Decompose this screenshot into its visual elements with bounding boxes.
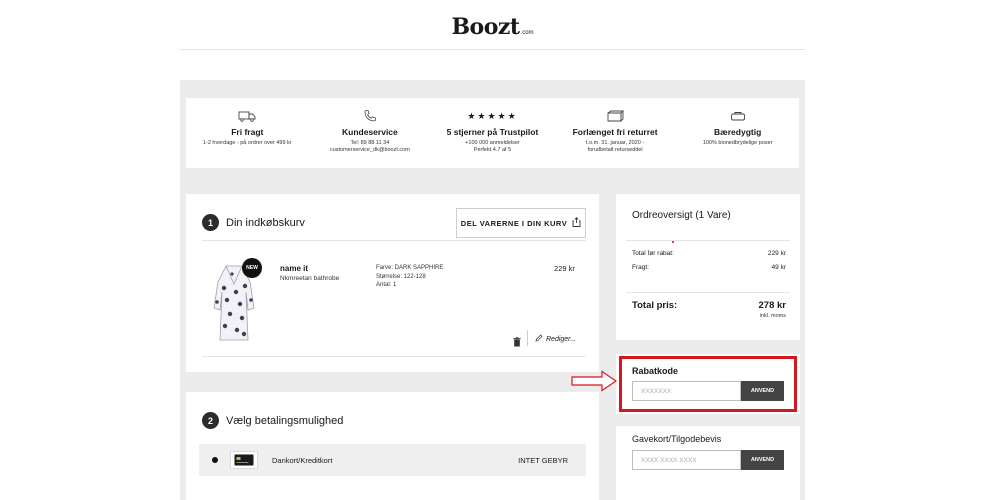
usp-bar: Fri fragt 1-2 hverdage - på ordrer over … [186, 98, 799, 168]
site-header: Boozt.com [180, 0, 805, 50]
usp-subtitle: t.o.m. 31. januar, 2020 - forudbetalt re… [586, 140, 645, 154]
pencil-icon [535, 334, 543, 344]
truck-icon [186, 108, 309, 124]
stars-icon: ★★★★★ [431, 108, 554, 124]
product-price: 229 kr [554, 264, 575, 273]
giftcard-input[interactable]: XXXX XXXX XXXX [632, 450, 741, 470]
usp-subtitle: 100% bionedbrydelige poser [702, 140, 773, 146]
total-label: Total pris: [632, 300, 678, 311]
share-cart-button[interactable]: DEL VARERNE I DIN KURV [456, 208, 586, 238]
phone-icon [309, 108, 432, 124]
payment-title: Vælg betalingsmulighed [226, 414, 344, 427]
cart-panel: 1 Din indkøbskurv DEL VARERNE I DIN KURV [186, 194, 599, 372]
summary-label: Total før rabat: [632, 250, 674, 257]
step-number: 1 [202, 214, 219, 231]
return-box-icon [554, 108, 677, 124]
divider [626, 292, 790, 293]
usp-trustpilot: ★★★★★ 5 stjerner på Trustpilot +100 000 … [431, 98, 554, 168]
usp-title: Bæredygtig [714, 127, 762, 137]
logo-text: Boozt [451, 14, 520, 40]
usp-title: Forlænget fri returret [572, 127, 658, 137]
cart-step-header: 1 Din indkøbskurv [202, 214, 305, 231]
product-brand[interactable]: name it [280, 264, 308, 273]
giftcard-panel: Gavekort/Tilgodebevis XXXX XXXX XXXX ANV… [616, 426, 800, 500]
total-value: 278 kr [758, 300, 786, 311]
product-size: Størrelse: 122-128 [376, 273, 426, 280]
step-number: 2 [202, 412, 219, 429]
usp-title: 5 stjerner på Trustpilot [446, 127, 539, 137]
summary-row-shipping: Fragt: 49 kr [632, 264, 786, 271]
leaf-icon [676, 108, 799, 124]
cart-title: Din indkøbskurv [226, 216, 305, 229]
usp-customer-service: Kundeservice Tel: 89 88 11 34 customerse… [309, 98, 432, 168]
payment-option-card[interactable]: Dankort/Kreditkort INTET GEBYR [199, 444, 586, 476]
usp-free-shipping: Fri fragt 1-2 hverdage - på ordrer over … [186, 98, 309, 168]
logo-suffix: .com [520, 30, 534, 36]
product-name[interactable]: Nkmreetan bathrobe [280, 275, 339, 282]
trash-icon[interactable] [513, 334, 521, 352]
edit-label: Rediger... [546, 335, 577, 343]
divider [202, 356, 586, 357]
product-quantity: Antal: 1 [376, 282, 397, 289]
usp-sustainable: Bæredygtig 100% bionedbrydelige poser [676, 98, 799, 168]
usp-subtitle: 1-2 hverdage - på ordrer over 499 kr [202, 140, 292, 146]
divider [202, 240, 586, 241]
total-vat-note: inkl. moms [759, 313, 786, 319]
usp-subtitle: +100 000 anmeldelser Perfekt 4.7 af 5 [465, 140, 520, 154]
divider [527, 330, 528, 346]
giftcard-placeholder: XXXX XXXX XXXX [641, 456, 697, 464]
highlight-frame [619, 356, 797, 412]
usp-title: Kundeservice [342, 127, 398, 137]
product-attributes: Farve: DARK SAPPHIRE Størrelse: 122-128 … [376, 264, 443, 290]
usp-subtitle: Tel: 89 88 11 34 customerservice_dk@booz… [329, 140, 410, 154]
share-cart-label: DEL VARERNE I DIN KURV [460, 218, 568, 228]
summary-row-subtotal: Total før rabat: 229 kr [632, 250, 786, 257]
usp-returns: Forlænget fri returret t.o.m. 31. januar… [554, 98, 677, 168]
payment-panel: 2 Vælg betalingsmulighed Dankort/Kreditk… [186, 392, 599, 500]
summary-label: Fragt: [632, 264, 649, 271]
summary-value: 49 kr [771, 264, 786, 271]
order-summary-panel: Ordreoversigt (1 Vare) Total før rabat: … [616, 194, 800, 340]
arrow-right-icon [571, 370, 618, 397]
boozt-logo[interactable]: Boozt.com [180, 14, 805, 40]
stars-rating: ★★★★★ [467, 110, 518, 121]
payment-option-fee: INTET GEBYR [518, 455, 568, 465]
new-badge: NEW [242, 258, 262, 278]
apply-giftcard-button[interactable]: ANVEND [741, 450, 784, 470]
summary-value: 229 kr [767, 250, 786, 257]
product-color: Farve: DARK SAPPHIRE [376, 265, 444, 271]
share-icon [572, 217, 581, 229]
divider [626, 240, 790, 241]
order-summary-title: Ordreoversigt (1 Vare) [632, 210, 731, 221]
payment-option-label: Dankort/Kreditkort [272, 455, 333, 465]
edit-item-button[interactable]: Rediger... [535, 334, 576, 344]
usp-title: Fri fragt [231, 127, 264, 137]
indicator-dot [672, 241, 674, 243]
payment-step-header: 2 Vælg betalingsmulighed [202, 412, 343, 429]
credit-card-icon [230, 451, 258, 469]
radio-selected[interactable] [212, 457, 218, 463]
checkout-page: Fri fragt 1-2 hverdage - på ordrer over … [180, 80, 805, 500]
giftcard-title: Gavekort/Tilgodebevis [632, 434, 722, 444]
